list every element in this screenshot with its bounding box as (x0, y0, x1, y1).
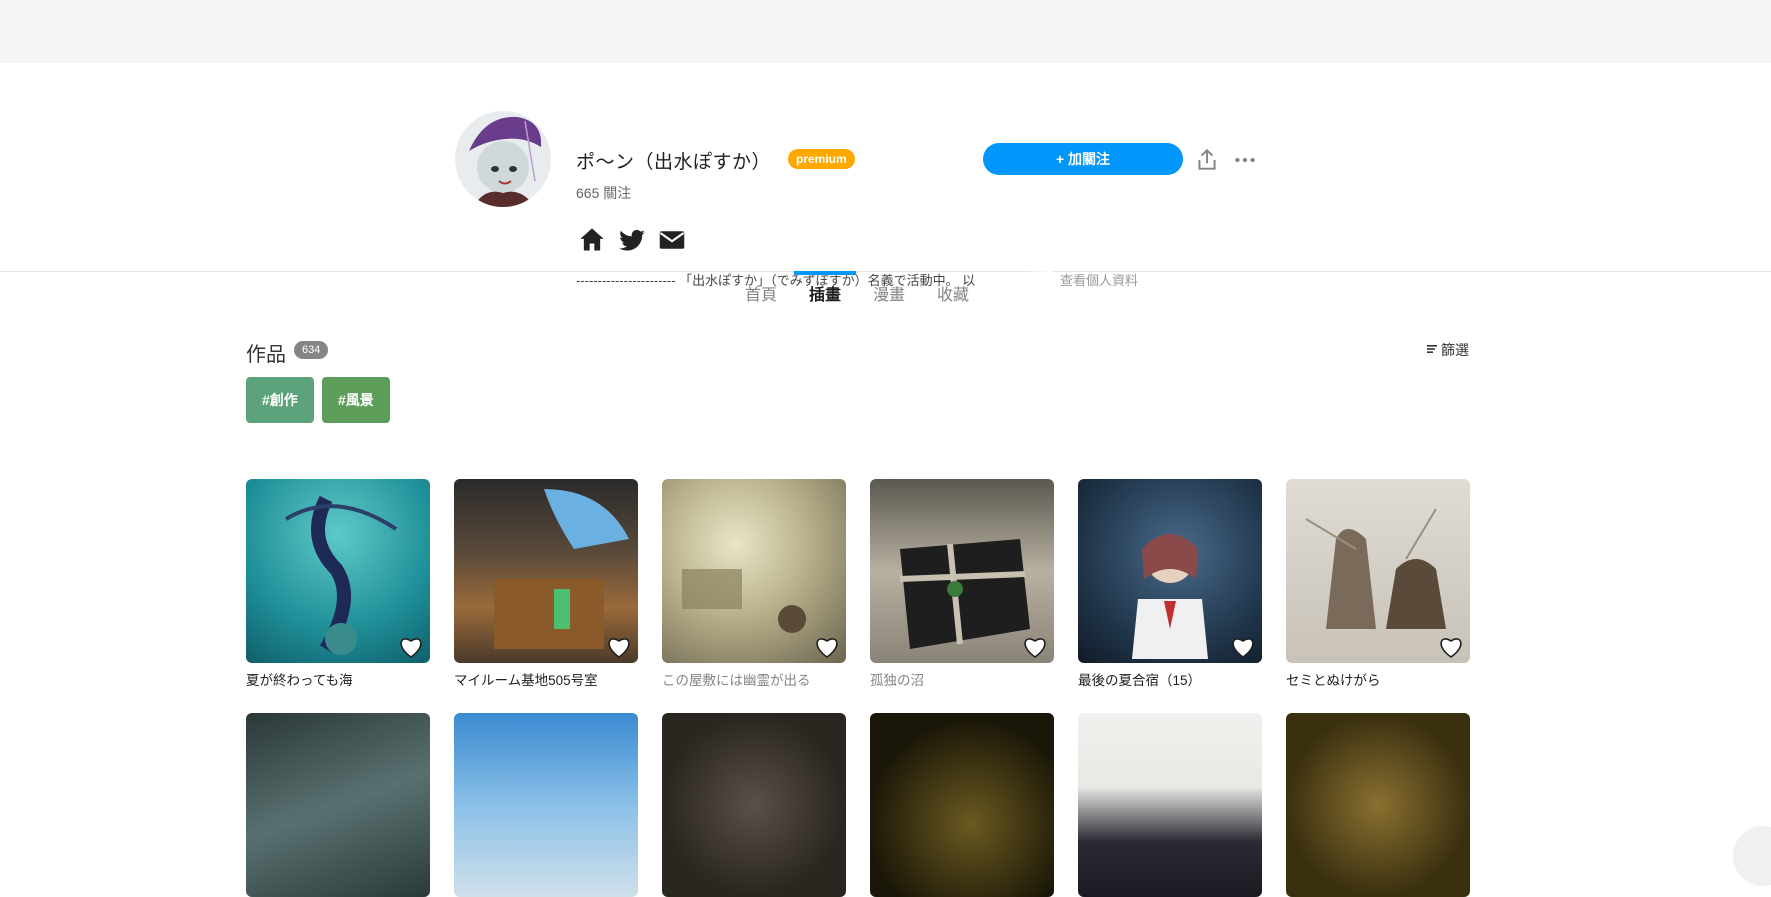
artwork-thumbnail[interactable] (246, 479, 430, 663)
artwork-image (1286, 713, 1470, 897)
artwork-title[interactable]: この屋敷には幽霊が出る (662, 669, 846, 689)
artwork-image (1078, 713, 1262, 897)
artwork-thumbnail[interactable] (662, 713, 846, 897)
like-heart-icon[interactable] (398, 635, 424, 659)
artwork-image (870, 713, 1054, 897)
profile-header: ポ～ン（出水ぽすか） premium 665 關注 --------------… (0, 63, 1771, 288)
like-heart-icon[interactable] (1230, 635, 1256, 659)
following-count[interactable]: 665 關注 (576, 183, 631, 203)
artwork-thumbnail[interactable] (454, 713, 638, 897)
tab-bookmarks[interactable]: 收藏 (937, 271, 969, 319)
following-number: 665 (576, 185, 600, 201)
artwork-title[interactable]: 孤独の沼 (870, 669, 1054, 689)
share-icon[interactable] (1194, 147, 1220, 173)
artwork-image (246, 713, 430, 897)
like-heart-icon[interactable] (606, 635, 632, 659)
artwork-title[interactable]: 夏が終わっても海 (246, 669, 430, 689)
tab-home[interactable]: 首頁 (745, 271, 777, 319)
artwork-thumbnail[interactable] (454, 479, 638, 663)
profile-tabs: 首頁 插畫 漫畫 收藏 (0, 271, 1771, 319)
artwork-title[interactable]: 最後の夏合宿（15） (1078, 669, 1262, 689)
artwork-thumbnail[interactable] (1078, 479, 1262, 663)
filter-label: 篩選 (1441, 342, 1469, 358)
artwork-thumbnail[interactable] (870, 713, 1054, 897)
works-count-badge: 634 (294, 341, 329, 359)
filter-icon (1426, 342, 1438, 358)
artwork-thumbnail[interactable] (1286, 713, 1470, 897)
social-links (578, 226, 686, 254)
artwork-thumbnail[interactable] (1078, 713, 1262, 897)
artwork-thumbnail[interactable] (662, 479, 846, 663)
tag-original[interactable]: #創作 (246, 377, 314, 423)
premium-badge: premium (788, 149, 855, 169)
artwork-thumbnail[interactable] (1286, 479, 1470, 663)
user-name: ポ～ン（出水ぽすか） (576, 152, 772, 173)
artwork-image (662, 713, 846, 897)
works-title: 作品 (246, 344, 286, 366)
follow-button[interactable]: + 加關注 (983, 143, 1183, 175)
filter-button[interactable]: 篩選 (1426, 340, 1469, 360)
like-heart-icon[interactable] (814, 635, 840, 659)
artwork-title[interactable]: マイルーム基地505号室 (454, 669, 638, 689)
following-label: 關注 (603, 185, 632, 201)
twitter-icon[interactable] (618, 226, 646, 254)
artwork-title[interactable]: セミとぬけがら (1286, 669, 1470, 689)
top-header-bar (0, 0, 1771, 63)
tab-manga[interactable]: 漫畫 (873, 271, 905, 319)
artwork-thumbnail[interactable] (246, 713, 430, 897)
artwork-image (454, 713, 638, 897)
like-heart-icon[interactable] (1022, 635, 1048, 659)
artwork-thumbnail[interactable] (870, 479, 1054, 663)
tab-illustrations[interactable]: 插畫 (793, 271, 857, 319)
tag-scenery[interactable]: #風景 (322, 377, 390, 423)
mail-icon[interactable] (658, 226, 686, 254)
avatar[interactable] (455, 111, 551, 207)
scroll-to-top-button[interactable] (1733, 826, 1771, 886)
home-icon[interactable] (578, 226, 606, 254)
like-heart-icon[interactable] (1438, 635, 1464, 659)
more-options-icon[interactable] (1232, 147, 1258, 173)
